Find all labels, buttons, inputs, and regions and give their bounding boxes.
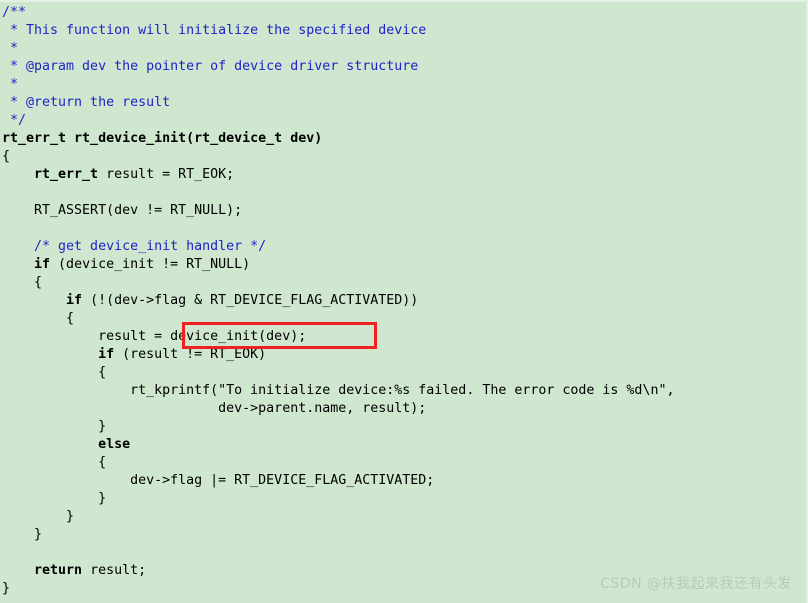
code-comment: * This function will initialize the spec…	[2, 23, 427, 38]
code-line: */	[2, 112, 674, 130]
code-text: RT_ASSERT(dev != RT_NULL);	[2, 203, 243, 218]
code-line: *	[2, 76, 674, 94]
csdn-watermark: CSDN @扶我起来我还有头发	[600, 576, 792, 592]
code-text: {	[2, 149, 11, 164]
code-line: dev->parent.name, result);	[2, 400, 674, 418]
code-line: dev->flag |= RT_DEVICE_FLAG_ACTIVATED;	[2, 472, 674, 490]
code-text: }	[2, 419, 107, 434]
code-text: {	[2, 311, 75, 326]
code-line: result = device_init(dev);	[2, 328, 674, 346]
code-line: if (!(dev->flag & RT_DEVICE_FLAG_ACTIVAT…	[2, 292, 674, 310]
code-keyword: if	[2, 293, 83, 308]
code-comment: /**	[2, 5, 27, 20]
code-text: dev->parent.name, result);	[2, 401, 427, 416]
code-line: {	[2, 454, 674, 472]
code-text: result = RT_EOK;	[98, 167, 235, 182]
code-text: (result != RT_EOK)	[114, 347, 267, 362]
code-text: }	[2, 491, 107, 506]
code-text: result;	[82, 563, 147, 578]
code-comment: *	[2, 77, 19, 92]
code-comment: * @param dev the pointer of device drive…	[2, 59, 419, 74]
code-line: {	[2, 310, 674, 328]
code-comment: */	[2, 113, 27, 128]
code-line: rt_err_t result = RT_EOK;	[2, 166, 674, 184]
code-line: }	[2, 580, 674, 598]
code-screenshot: /** * This function will initialize the …	[0, 0, 808, 603]
code-keyword: rt_err_t rt_device_init(rt_device_t dev)	[2, 131, 323, 146]
code-comment: *	[2, 41, 19, 56]
code-comment: * @return the result	[2, 95, 171, 110]
code-keyword: if	[2, 347, 115, 362]
code-line: * @param dev the pointer of device drive…	[2, 58, 674, 76]
code-text: {	[2, 365, 107, 380]
code-line: /**	[2, 4, 674, 22]
code-text: (device_init != RT_NULL)	[50, 257, 251, 272]
code-text: {	[2, 455, 107, 470]
code-line: {	[2, 148, 674, 166]
code-line: /* get device_init handler */	[2, 238, 674, 256]
code-keyword: else	[2, 437, 131, 452]
code-line: }	[2, 490, 674, 508]
code-line: rt_err_t rt_device_init(rt_device_t dev)	[2, 130, 674, 148]
code-text: dev->flag |= RT_DEVICE_FLAG_ACTIVATED;	[2, 473, 435, 488]
code-text: }	[2, 527, 43, 542]
code-text: (!(dev->flag & RT_DEVICE_FLAG_ACTIVATED)…	[82, 293, 419, 308]
code-line: if (result != RT_EOK)	[2, 346, 674, 364]
code-comment: /* get device_init handler */	[2, 239, 267, 254]
code-line: * This function will initialize the spec…	[2, 22, 674, 40]
code-line: RT_ASSERT(dev != RT_NULL);	[2, 202, 674, 220]
code-keyword: if	[2, 257, 51, 272]
code-line: {	[2, 274, 674, 292]
code-line: else	[2, 436, 674, 454]
code-text: result = device_init(dev);	[2, 329, 307, 344]
code-line: * @return the result	[2, 94, 674, 112]
code-line: }	[2, 508, 674, 526]
code-line: }	[2, 418, 674, 436]
code-line: }	[2, 526, 674, 544]
code-line: return result;	[2, 562, 674, 580]
code-line: rt_kprintf("To initialize device:%s fail…	[2, 382, 674, 400]
code-line: {	[2, 364, 674, 382]
code-keyword: rt_err_t	[2, 167, 99, 182]
code-text: }	[2, 581, 11, 596]
code-keyword: return	[2, 563, 83, 578]
code-text: }	[2, 509, 75, 524]
code-text: rt_kprintf("To initialize device:%s fail…	[2, 383, 675, 398]
code-text: {	[2, 275, 43, 290]
code-block[interactable]: /** * This function will initialize the …	[0, 2, 674, 598]
code-line: *	[2, 40, 674, 58]
code-line: if (device_init != RT_NULL)	[2, 256, 674, 274]
